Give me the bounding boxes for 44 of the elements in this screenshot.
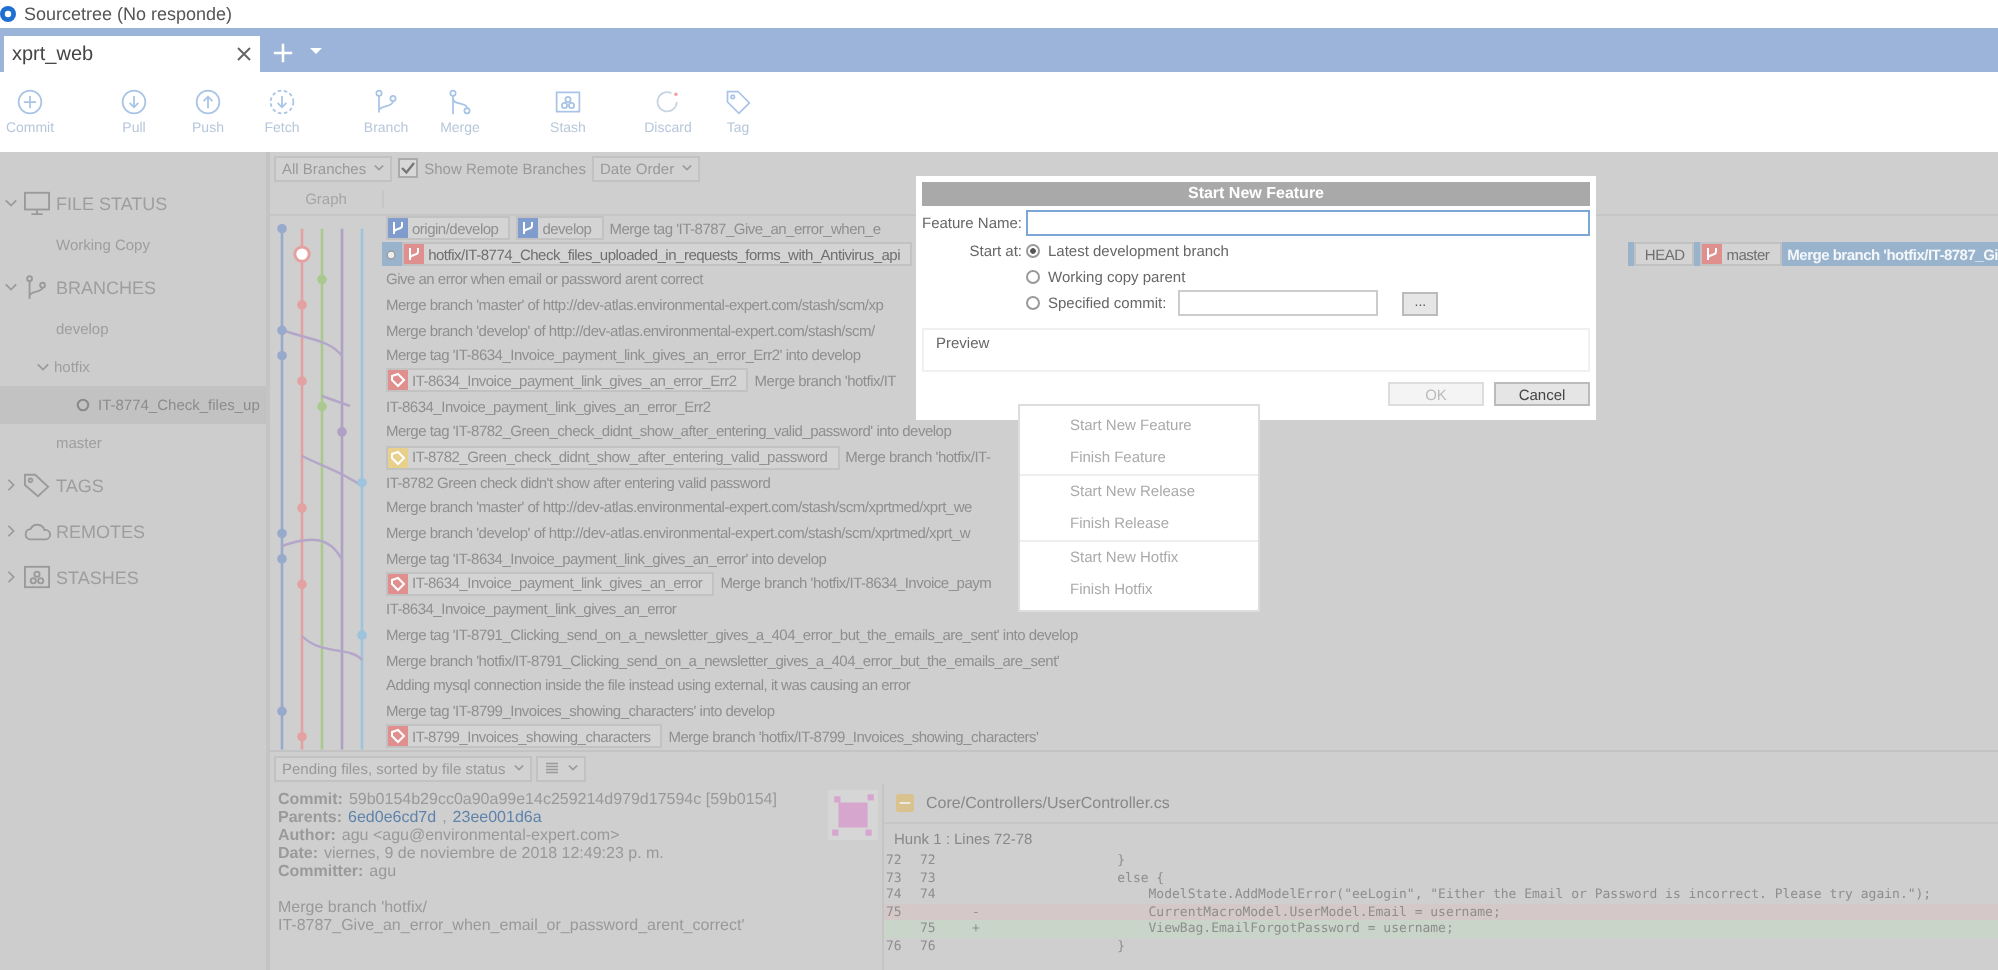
arrow-up-icon: [194, 88, 222, 116]
tag-icon: [22, 472, 52, 498]
box-icon: [22, 564, 52, 590]
file-path: Core/Controllers/UserController.cs: [926, 794, 1170, 812]
box-icon: [554, 88, 582, 116]
arrow-down-icon: [120, 88, 148, 116]
circle-plus-icon: [16, 88, 44, 116]
plus-icon[interactable]: [272, 42, 294, 64]
undo-icon: [654, 88, 682, 116]
feature-name-field[interactable]: [1026, 210, 1590, 236]
dashed-arrow-down-icon: [268, 88, 296, 116]
chevron-icon[interactable]: [36, 360, 50, 374]
close-icon[interactable]: [236, 46, 252, 62]
caret-icon: [513, 764, 524, 772]
commit-field[interactable]: [1178, 290, 1379, 316]
caret-icon[interactable]: [310, 48, 322, 56]
branch-icon: [22, 274, 52, 300]
radio-button[interactable]: [1026, 296, 1040, 310]
file-icon: [896, 794, 914, 812]
monitor-icon: [22, 190, 52, 216]
chevron-icon[interactable]: [4, 478, 18, 492]
branch-icon: [372, 88, 400, 116]
chevron-icon[interactable]: [4, 570, 18, 584]
dialog-title: Start New Feature: [922, 182, 1590, 206]
radio-button[interactable]: [1026, 270, 1040, 284]
chevron-icon[interactable]: [4, 196, 18, 210]
checkbox[interactable]: [398, 158, 419, 178]
tag-icon: [724, 88, 752, 116]
view-mode-button[interactable]: [535, 755, 586, 781]
radio-button[interactable]: [1026, 244, 1040, 258]
caret-icon: [567, 764, 578, 772]
caret-icon: [374, 164, 385, 172]
window-title: Sourcetree (No responde): [24, 4, 233, 24]
merge-icon: [446, 88, 474, 116]
repository-tab[interactable]: xprt_web: [4, 36, 260, 72]
list-icon: [543, 762, 560, 774]
caret-icon: [682, 164, 693, 172]
parent-link[interactable]: 23ee001d6a: [452, 808, 542, 826]
parent-link[interactable]: 6ed0e6cd7d: [348, 808, 437, 826]
separator-text: ,: [442, 808, 447, 826]
cloud-icon: [22, 518, 52, 544]
avatar-icon: [828, 790, 878, 840]
chevron-icon[interactable]: [4, 280, 18, 294]
chevron-icon[interactable]: [4, 524, 18, 538]
